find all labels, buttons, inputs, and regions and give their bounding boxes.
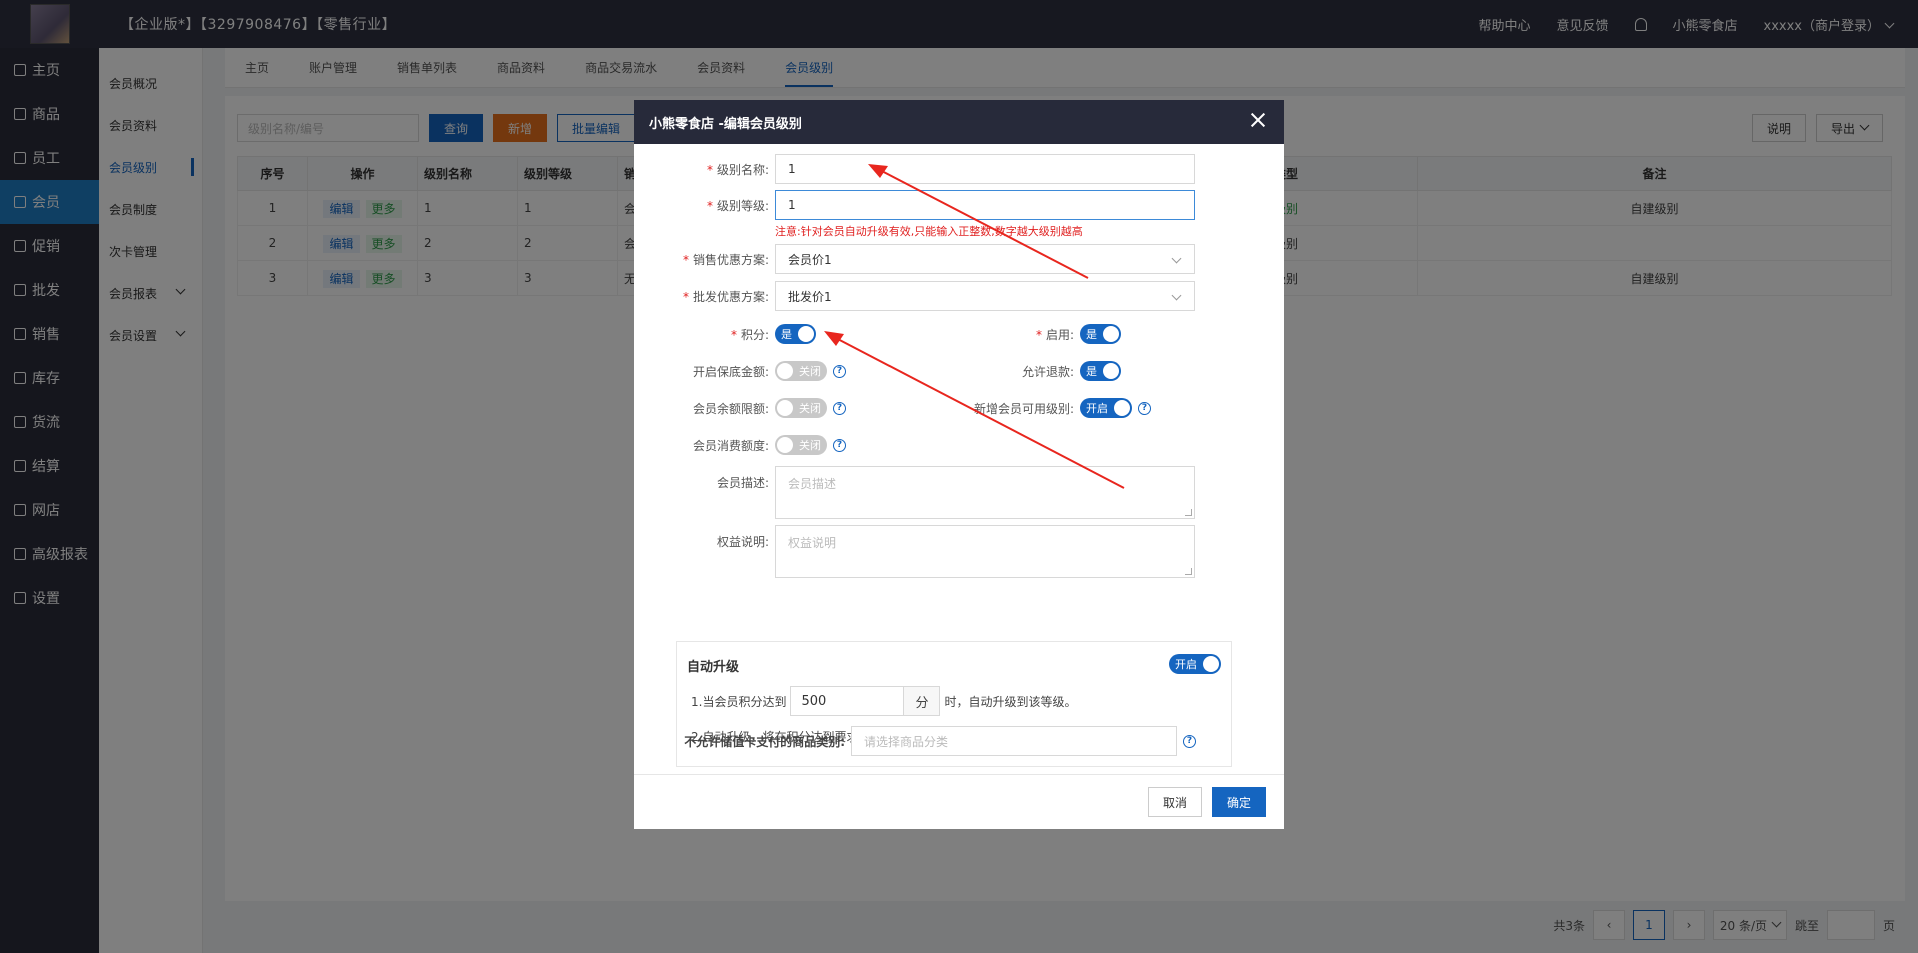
sale-plan-select[interactable]: 会员价1 [775,244,1195,274]
auto-upgrade-rule: 1.当会员积分达到 500 分 时，自动升级到该等级。 [691,686,1076,716]
confirm-button[interactable]: 确定 [1212,787,1267,817]
field-balance-limit: 会员余额限额: 关闭 ? [634,398,846,418]
modal-title: 小熊零食店 -编辑会员级别 [649,116,802,132]
points-toggle[interactable]: 是 [775,324,816,344]
modal-footer: 取消 确定 [634,774,1284,829]
help-icon[interactable]: ? [833,401,846,415]
refund-toggle[interactable]: 是 [1080,361,1121,381]
modal-header: 小熊零食店 -编辑会员级别 [634,100,1284,144]
field-consume: 会员消费额度: 关闭 ? [634,435,846,455]
desc-textarea[interactable]: 会员描述 [775,466,1195,519]
field-level-grade: * 级别等级: 1 [634,190,1195,220]
points-unit: 分 [904,686,941,716]
new-member-toggle[interactable]: 开启 [1080,398,1132,418]
help-icon[interactable]: ? [833,438,846,452]
level-grade-input[interactable]: 1 [775,190,1195,220]
level-grade-note: 注意:针对会员自动升级有效,只能输入正整数,数字越大级别越高 [775,225,1083,238]
close-icon[interactable] [1250,112,1266,128]
rights-textarea[interactable]: 权益说明 [775,525,1195,578]
field-enable: * 启用: 是 [964,324,1121,344]
field-sale-plan: * 销售优惠方案: 会员价1 [634,244,1195,274]
chevron-down-icon [1171,253,1182,264]
help-icon[interactable]: ? [1183,734,1196,748]
toggle-knob [1203,656,1219,672]
wholesale-plan-select[interactable]: 批发价1 [775,281,1195,311]
field-refund: 允许退款: 是 [964,361,1121,381]
field-wholesale-plan: * 批发优惠方案: 批发价1 [634,281,1195,311]
field-points: * 积分: 是 [634,324,816,344]
toggle-knob [798,326,814,342]
edit-level-modal: 小熊零食店 -编辑会员级别 * 级别名称: 1 * 级别等级: 1 注意:针对会员自… [634,100,1284,829]
enable-toggle[interactable]: 是 [1080,324,1121,344]
toggle-knob [777,363,793,379]
toggle-knob [777,437,793,453]
toggle-knob [1103,363,1119,379]
field-category: 不允许储值卡支付的商品类别: 请选择商品分类 ? [634,726,1196,756]
field-rights: 权益说明: 权益说明 [634,525,1195,578]
cancel-button[interactable]: 取消 [1148,787,1203,817]
field-min-amount: 开启保底金额: 关闭 ? [634,361,846,381]
auto-upgrade-title: 自动升级 [687,660,740,675]
help-icon[interactable]: ? [833,364,846,378]
toggle-knob [1114,400,1130,416]
toggle-knob [1103,326,1119,342]
help-icon[interactable]: ? [1138,401,1151,415]
points-threshold-input[interactable]: 500 [790,686,905,716]
category-select[interactable]: 请选择商品分类 [851,726,1177,756]
auto-upgrade-toggle[interactable]: 开启 [1169,654,1221,674]
level-name-input[interactable]: 1 [775,154,1195,184]
consume-toggle[interactable]: 关闭 [775,435,827,455]
field-new-member: 新增会员可用级别: 开启 ? [964,398,1151,418]
min-amount-toggle[interactable]: 关闭 [775,361,827,381]
balance-limit-toggle[interactable]: 关闭 [775,398,827,418]
chevron-down-icon [1171,290,1182,301]
field-level-name: * 级别名称: 1 [634,154,1195,184]
field-desc: 会员描述: 会员描述 [634,466,1195,519]
toggle-knob [777,400,793,416]
